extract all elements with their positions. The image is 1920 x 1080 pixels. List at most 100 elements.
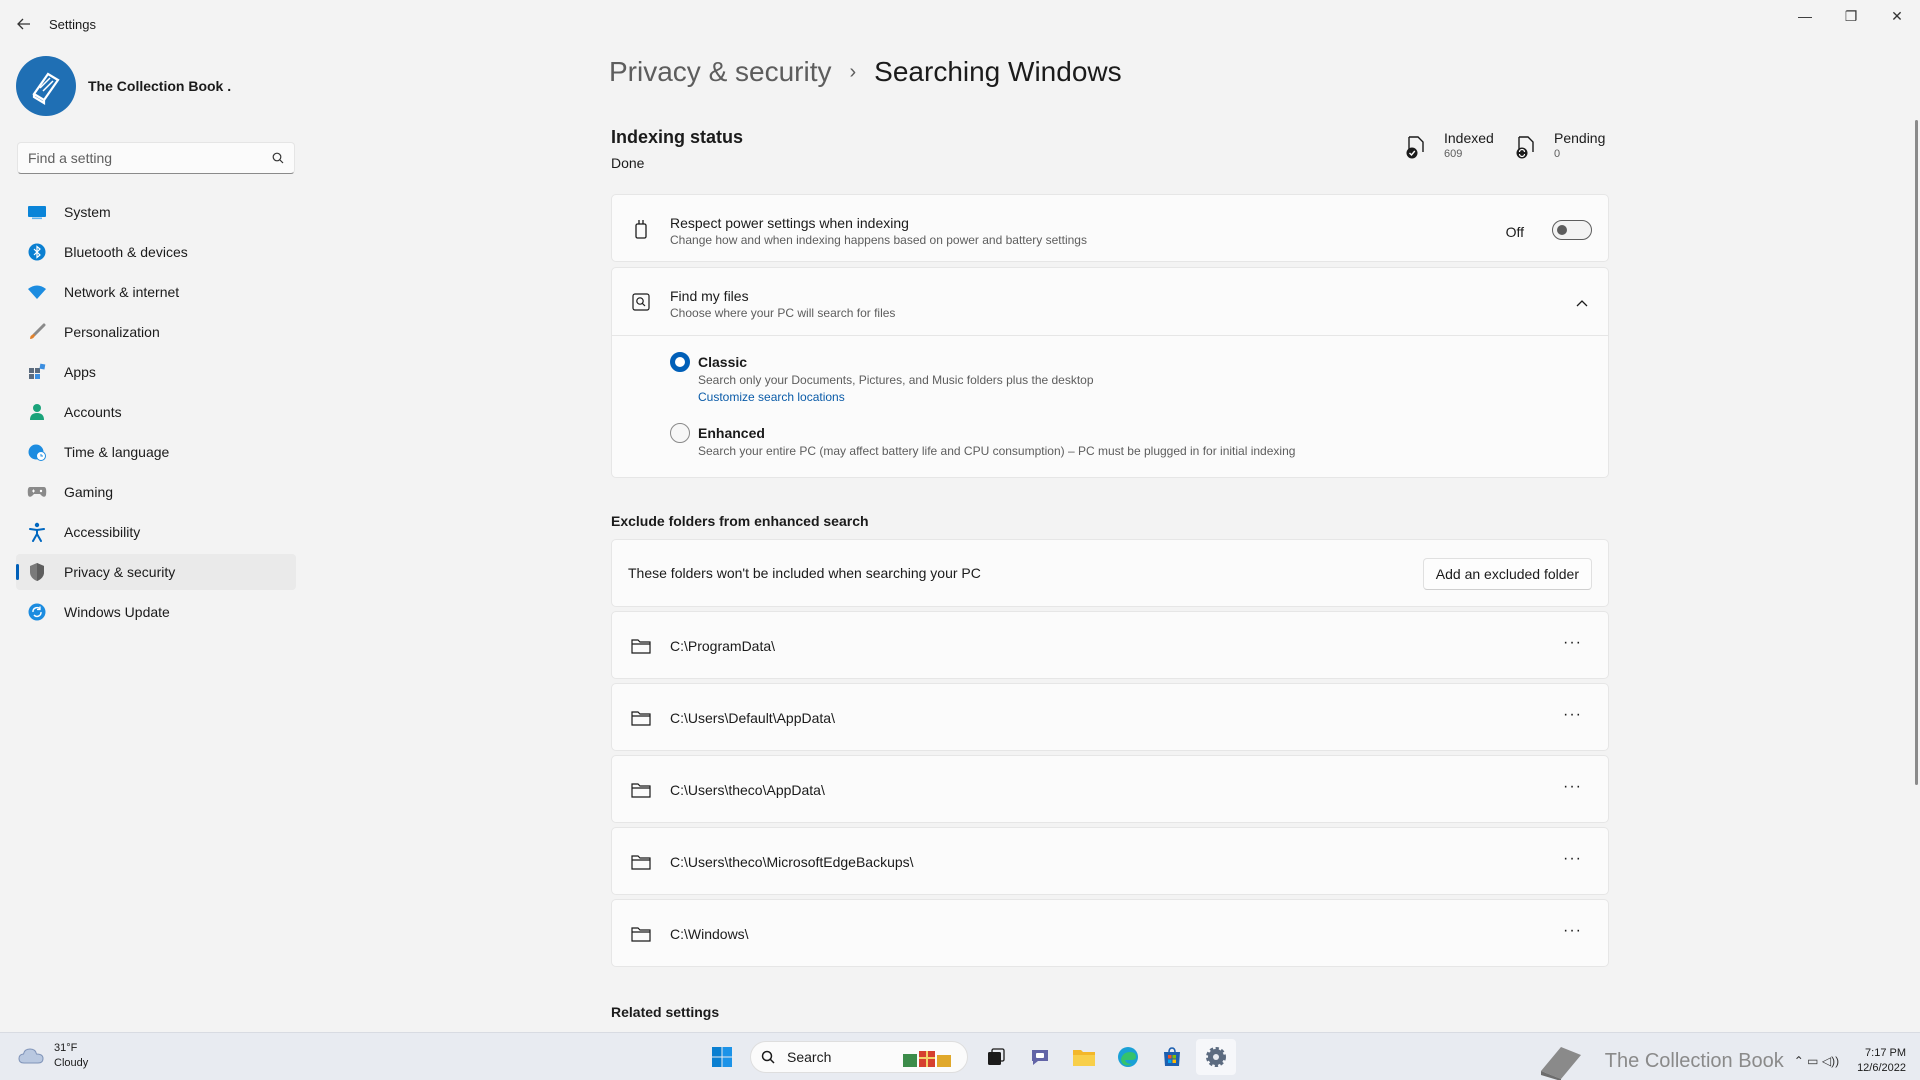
- more-options-button[interactable]: ···: [1563, 850, 1582, 868]
- teams-chat-button[interactable]: [1020, 1039, 1060, 1075]
- excluded-folder-row: C:\Users\theco\AppData\ ···: [611, 755, 1609, 823]
- find-my-files-subtitle: Choose where your PC will search for fil…: [670, 306, 896, 320]
- chevron-up-icon[interactable]: [1576, 296, 1588, 310]
- sidebar-item-label: Apps: [64, 364, 96, 380]
- sidebar-item-bluetooth[interactable]: Bluetooth & devices: [16, 234, 296, 270]
- store-button[interactable]: [1152, 1039, 1192, 1075]
- globe-clock-icon: [26, 441, 48, 463]
- back-arrow-icon: [17, 18, 30, 30]
- page-title: Searching Windows: [874, 56, 1122, 87]
- sidebar-item-label: Accounts: [64, 404, 122, 420]
- clock-date: 12/6/2022: [1857, 1062, 1906, 1074]
- pending-value: 0: [1554, 148, 1561, 160]
- power-settings-toggle[interactable]: [1552, 220, 1592, 240]
- pending-label: Pending: [1554, 130, 1606, 146]
- scrollbar[interactable]: [1915, 120, 1918, 785]
- power-settings-subtitle: Change how and when indexing happens bas…: [670, 233, 1087, 247]
- breadcrumb-parent[interactable]: Privacy & security: [609, 56, 832, 88]
- weather-condition: Cloudy: [54, 1057, 89, 1069]
- gear-icon: [1206, 1047, 1226, 1067]
- system-icon: [26, 201, 48, 223]
- sidebar-item-label: Gaming: [64, 484, 114, 500]
- folder-path: C:\Users\theco\MicrosoftEdgeBackups\: [670, 854, 914, 870]
- add-excluded-folder-button[interactable]: Add an excluded folder: [1422, 558, 1592, 590]
- update-icon: [26, 601, 48, 623]
- back-button[interactable]: [10, 10, 38, 38]
- sidebar-item-network[interactable]: Network & internet: [16, 274, 296, 310]
- folder-icon: [630, 707, 652, 729]
- bluetooth-icon: [26, 241, 48, 263]
- folder-path: C:\ProgramData\: [670, 638, 776, 654]
- enhanced-label[interactable]: Enhanced: [698, 425, 765, 441]
- close-button[interactable]: ✕: [1874, 0, 1920, 32]
- find-my-files-card: Find my files Choose where your PC will …: [611, 267, 1609, 478]
- sidebar-item-privacy-security[interactable]: Privacy & security: [16, 554, 296, 590]
- sidebar-item-gaming[interactable]: Gaming: [16, 474, 296, 510]
- profile-name: The Collection Book .: [88, 78, 232, 94]
- pending-file-icon: [1516, 136, 1534, 159]
- sidebar-item-label: Bluetooth & devices: [64, 244, 188, 260]
- sidebar-item-label: Windows Update: [64, 604, 170, 620]
- weather-widget[interactable]: 31°F Cloudy: [18, 1041, 88, 1071]
- search-input[interactable]: [28, 150, 272, 166]
- sidebar-item-windows-update[interactable]: Windows Update: [16, 594, 296, 630]
- divider: [612, 335, 1608, 336]
- sidebar-item-system[interactable]: System: [16, 194, 296, 230]
- exclude-folders-card: These folders won't be included when sea…: [611, 539, 1609, 607]
- sidebar-item-label: System: [64, 204, 111, 220]
- apps-icon: [26, 361, 48, 383]
- more-options-button[interactable]: ···: [1563, 778, 1582, 796]
- more-options-button[interactable]: ···: [1563, 634, 1582, 652]
- task-view-button[interactable]: [976, 1039, 1016, 1075]
- gifts-icon: [903, 1051, 951, 1067]
- classic-label[interactable]: Classic: [698, 354, 747, 370]
- windows-logo-icon: [712, 1047, 732, 1067]
- file-explorer-button[interactable]: [1064, 1039, 1104, 1075]
- minimize-button[interactable]: —: [1782, 0, 1828, 32]
- taskbar-search[interactable]: Search: [750, 1041, 968, 1073]
- sidebar-item-apps[interactable]: Apps: [16, 354, 296, 390]
- edge-browser-button[interactable]: [1108, 1039, 1148, 1075]
- enhanced-radio[interactable]: [670, 423, 690, 443]
- enhanced-description: Search your entire PC (may affect batter…: [698, 444, 1296, 458]
- find-files-icon: [630, 291, 652, 313]
- sidebar-item-time-language[interactable]: Time & language: [16, 434, 296, 470]
- indexed-stat: Indexed 609: [1402, 130, 1494, 162]
- find-setting-search[interactable]: [17, 142, 295, 174]
- more-options-button[interactable]: ···: [1563, 706, 1582, 724]
- power-settings-title: Respect power settings when indexing: [670, 215, 909, 231]
- sidebar-item-accessibility[interactable]: Accessibility: [16, 514, 296, 550]
- more-options-button[interactable]: ···: [1563, 922, 1582, 940]
- find-my-files-title: Find my files: [670, 288, 749, 304]
- indexed-file-icon: [1406, 136, 1424, 159]
- excluded-folder-row: C:\Windows\ ···: [611, 899, 1609, 967]
- clock[interactable]: 7:17 PM 12/6/2022: [1857, 1046, 1906, 1076]
- sidebar-item-personalization[interactable]: Personalization: [16, 314, 296, 350]
- taskbar-apps: Search: [700, 1039, 1238, 1075]
- indexed-value: 609: [1444, 148, 1463, 160]
- customize-search-locations-link[interactable]: Customize search locations: [698, 390, 845, 404]
- indexing-status-value: Done: [611, 155, 645, 171]
- watermark-text: The Collection Book: [1604, 1049, 1784, 1072]
- sidebar-nav: System Bluetooth & devices Network & int…: [16, 194, 296, 634]
- sidebar-item-accounts[interactable]: Accounts: [16, 394, 296, 430]
- start-button[interactable]: [702, 1039, 742, 1075]
- book-logo-icon: [32, 72, 60, 105]
- classic-radio[interactable]: [670, 352, 690, 372]
- sidebar-item-label: Privacy & security: [64, 564, 176, 580]
- indexing-status-title: Indexing status: [611, 127, 744, 147]
- settings-app-button[interactable]: [1196, 1039, 1236, 1075]
- exclude-folders-description: These folders won't be included when sea…: [628, 565, 981, 581]
- user-profile[interactable]: The Collection Book .: [16, 56, 231, 116]
- folder-icon: [630, 779, 652, 801]
- tray-icons[interactable]: ⌃ ▭ ◁)): [1794, 1054, 1839, 1068]
- classic-description: Search only your Documents, Pictures, an…: [698, 373, 1094, 387]
- maximize-button[interactable]: ❐: [1828, 0, 1874, 32]
- store-icon: [1164, 1047, 1180, 1066]
- sidebar-item-label: Time & language: [64, 444, 170, 460]
- excluded-folder-row: C:\ProgramData\ ···: [611, 611, 1609, 679]
- accessibility-icon: [26, 521, 48, 543]
- sidebar-item-label: Network & internet: [64, 284, 180, 300]
- weather-temperature: 31°F: [54, 1042, 78, 1054]
- system-tray: The Collection Book ⌃ ▭ ◁)) 7:17 PM 12/6…: [1535, 1041, 1906, 1080]
